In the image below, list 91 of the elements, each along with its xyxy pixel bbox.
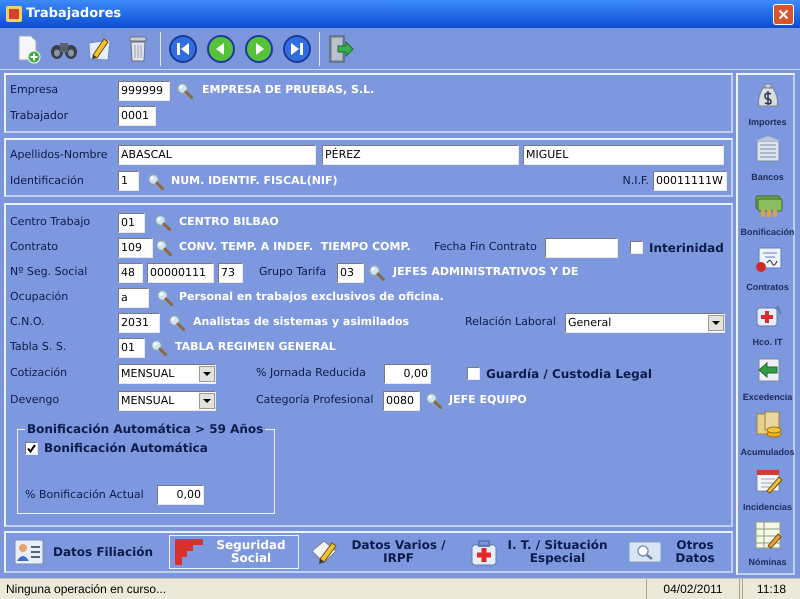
lookup-description: EMPRESA DE PRUEBAS, S.L. bbox=[202, 82, 374, 98]
status-date: 04/02/2011 bbox=[646, 579, 740, 599]
field-label: Relación Laboral bbox=[465, 314, 557, 330]
input-field[interactable]: 00000111 bbox=[147, 262, 214, 282]
input-field[interactable]: 03 bbox=[337, 262, 364, 282]
field-label: Apellidos-Nombre bbox=[10, 146, 109, 163]
input-field[interactable] bbox=[545, 238, 618, 258]
input-field[interactable]: PÉREZ bbox=[322, 145, 519, 165]
input-field[interactable]: 2031 bbox=[118, 312, 160, 332]
contact-card-icon bbox=[14, 539, 44, 565]
lookup-description: CENTRO BILBAO bbox=[179, 214, 279, 230]
group-title: Bonificación Automática > 59 Años bbox=[26, 421, 264, 438]
field-label: Centro Trabajo bbox=[10, 214, 92, 230]
sidebar-button[interactable]: Excedencia bbox=[739, 350, 796, 405]
status-time: 11:18 bbox=[742, 579, 800, 599]
checkbox-label: Bonificación Automática bbox=[44, 440, 208, 457]
field-label: Grupo Tarifa bbox=[259, 264, 328, 280]
close-icon[interactable] bbox=[778, 8, 789, 20]
field-label: Contrato bbox=[10, 239, 60, 256]
search-icon[interactable] bbox=[425, 392, 442, 409]
search-icon[interactable] bbox=[156, 289, 173, 306]
field-label: Tabla S. S. bbox=[10, 339, 68, 356]
sidebar-button[interactable]: Importes bbox=[739, 75, 796, 130]
search-icon[interactable] bbox=[154, 214, 171, 231]
input-field[interactable]: 01 bbox=[118, 338, 145, 358]
input-field[interactable]: 0080 bbox=[383, 390, 420, 410]
input-field[interactable]: 109 bbox=[118, 238, 153, 258]
input-field[interactable]: 1 bbox=[118, 171, 139, 191]
lookup-description: CONV. TEMP. A INDEF. TIEMPO COMP. bbox=[179, 239, 412, 256]
lookup-description: TABLA REGIMEN GENERAL bbox=[175, 339, 336, 356]
window-title: Trabajadores bbox=[26, 5, 122, 24]
input-field[interactable]: 0001 bbox=[118, 106, 156, 126]
sidebar-button[interactable]: Contratos bbox=[739, 240, 796, 295]
input-field[interactable]: ABASCAL bbox=[118, 145, 316, 165]
field-label: Categoría Profesional bbox=[256, 392, 374, 408]
checkbox[interactable] bbox=[25, 442, 38, 454]
sidebar-button[interactable]: Bancos bbox=[739, 130, 796, 185]
search-icon[interactable] bbox=[168, 314, 185, 331]
status-message: Ninguna operación en curso... bbox=[5, 581, 168, 598]
close-button[interactable] bbox=[773, 4, 794, 24]
input-field[interactable]: a bbox=[118, 288, 149, 308]
lookup-description: Analistas de sistemas y asimilados bbox=[193, 314, 410, 330]
field-label: Trabajador bbox=[10, 108, 70, 124]
checkbox-label: Interinidad bbox=[649, 240, 724, 256]
section-tab[interactable]: Otros Datos bbox=[624, 535, 732, 569]
field-label: Fecha Fin Contrato bbox=[434, 239, 538, 256]
search-icon[interactable] bbox=[368, 264, 385, 281]
input-field[interactable]: 0,00 bbox=[157, 485, 204, 505]
section-tab[interactable]: Datos Filiación bbox=[10, 535, 166, 569]
sidebar-button[interactable]: Hco. IT bbox=[739, 295, 796, 350]
sidebar-button[interactable]: Bonificación bbox=[739, 185, 796, 240]
dropdown[interactable]: MENSUAL bbox=[118, 390, 216, 410]
checkbox[interactable] bbox=[467, 367, 480, 380]
search-icon[interactable] bbox=[150, 339, 167, 356]
lookup-description: JEFE EQUIPO bbox=[449, 392, 527, 408]
input-field[interactable]: 01 bbox=[118, 212, 145, 232]
input-field[interactable]: 0,00 bbox=[384, 364, 431, 384]
field-label: Devengo bbox=[10, 392, 60, 408]
input-field[interactable]: 999999 bbox=[118, 80, 170, 100]
input-field[interactable]: 48 bbox=[118, 262, 143, 282]
field-label: % Bonificación Actual bbox=[25, 486, 145, 503]
sidebar-button[interactable]: Nóminas bbox=[739, 515, 796, 570]
input-field[interactable]: MIGUEL bbox=[523, 145, 724, 165]
field-label: Cotización bbox=[10, 365, 68, 382]
sidebar-button[interactable]: Incidencias bbox=[739, 460, 796, 515]
input-field[interactable]: 73 bbox=[218, 262, 243, 282]
lookup-description: NUM. IDENTIF. FISCAL(NIF) bbox=[171, 172, 338, 189]
input-field[interactable]: 00011111W bbox=[653, 171, 727, 191]
lookup-description: Personal en trabajos exclusivos de oficina. bbox=[179, 289, 444, 306]
search-icon[interactable] bbox=[147, 172, 164, 190]
field-label: Identificación bbox=[10, 172, 85, 189]
app-icon bbox=[6, 6, 22, 22]
section-tab[interactable]: Datos Varios / IRPF bbox=[304, 535, 461, 569]
section-tab[interactable]: I. T. / Situación Especial bbox=[465, 535, 620, 569]
dropdown[interactable]: MENSUAL bbox=[118, 364, 216, 384]
field-label: % Jornada Reducida bbox=[256, 365, 367, 382]
field-label: N.I.F. bbox=[622, 172, 649, 189]
search-icon[interactable] bbox=[155, 239, 172, 256]
first-aid-kit-icon bbox=[469, 537, 499, 567]
sidebar-button[interactable]: Acumulados bbox=[739, 405, 796, 460]
field-label: Empresa bbox=[10, 82, 60, 98]
dropdown[interactable]: General bbox=[565, 312, 725, 332]
field-label: C.N.O. bbox=[10, 314, 46, 330]
checkbox-label: Guardía / Custodia Legal bbox=[486, 366, 652, 382]
spreadsheet-icon bbox=[752, 520, 782, 550]
lookup-description: JEFES ADMINISTRATIVOS Y DE bbox=[393, 264, 578, 280]
search-icon bbox=[628, 540, 662, 564]
field-label: Ocupación bbox=[10, 289, 70, 306]
checkbox[interactable] bbox=[630, 241, 643, 254]
field-label: Nº Seg. Social bbox=[10, 264, 88, 280]
search-icon[interactable] bbox=[176, 82, 193, 99]
